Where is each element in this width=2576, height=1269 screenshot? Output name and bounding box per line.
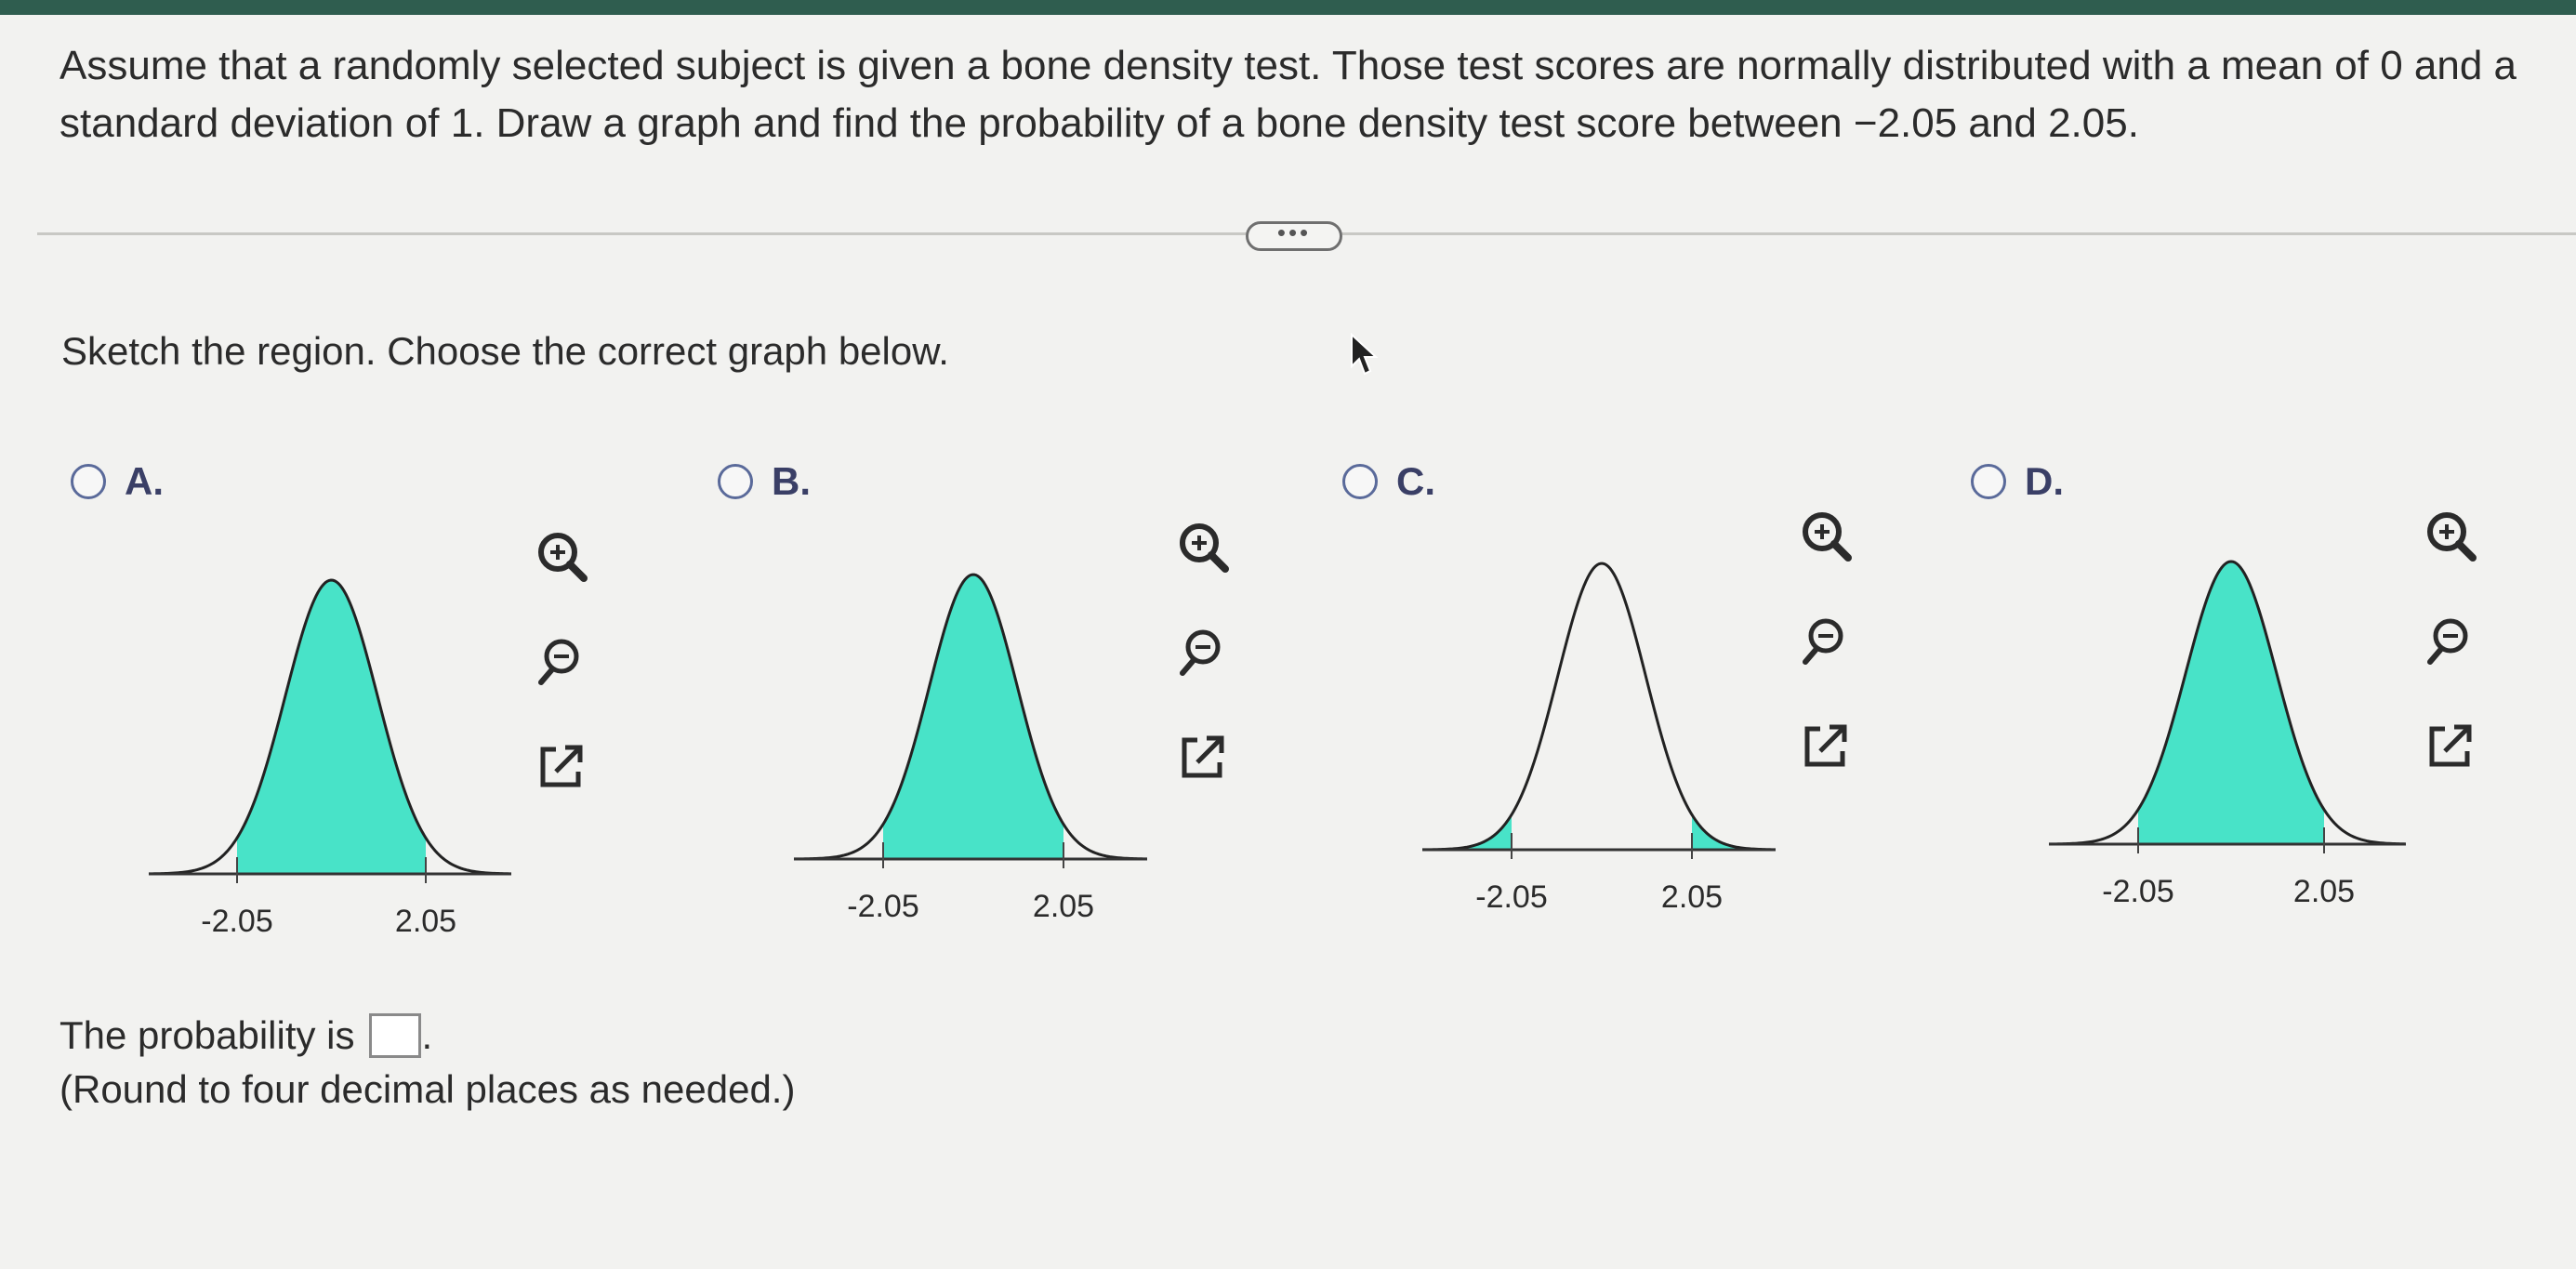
open-new-window-icon[interactable] <box>528 733 595 800</box>
option-d-radio[interactable] <box>1971 464 2006 499</box>
top-bar <box>0 0 2576 15</box>
option-b-radio[interactable] <box>718 464 753 499</box>
answer-prefix: The probability is <box>59 1013 355 1057</box>
zoom-out-icon[interactable] <box>1792 608 1859 675</box>
answer-line: The probability is . <box>59 1013 432 1058</box>
tick-label: 2.05 <box>395 904 456 939</box>
zoom-in-icon[interactable] <box>2417 504 2484 571</box>
option-d-graph: -2.05 2.05 <box>2049 560 2407 909</box>
zoom-in-icon[interactable] <box>1792 504 1859 571</box>
option-c-radio[interactable] <box>1342 464 1378 499</box>
prompt-text: Sketch the region. Choose the correct gr… <box>61 329 949 373</box>
tick-label: -2.05 <box>2102 874 2174 909</box>
zoom-in-icon[interactable] <box>528 524 595 591</box>
shaded-region <box>883 575 1063 859</box>
option-d-label: D. <box>2025 459 2064 503</box>
tick-label: -2.05 <box>201 904 273 939</box>
tick-label: 2.05 <box>2293 874 2355 909</box>
open-new-window-icon[interactable] <box>1169 723 1236 790</box>
shaded-region <box>237 580 426 874</box>
probability-answer-input[interactable] <box>369 1013 422 1058</box>
option-a-label: A. <box>125 459 164 503</box>
open-new-window-icon[interactable] <box>1792 712 1859 779</box>
option-c-graph: -2.05 2.05 <box>1422 562 1777 915</box>
zoom-out-icon[interactable] <box>1169 619 1236 686</box>
tick-label: -2.05 <box>1475 879 1548 915</box>
mouse-cursor-icon <box>1351 333 1379 376</box>
option-b[interactable]: B. <box>718 459 811 504</box>
rounding-note: (Round to four decimal places as needed.… <box>59 1067 796 1111</box>
tick-label: -2.05 <box>847 889 919 924</box>
answer-suffix: . <box>421 1013 433 1057</box>
option-a-graph: -2.05 2.05 <box>149 578 512 939</box>
question-text: Assume that a randomly selected subject … <box>59 43 2517 146</box>
option-c[interactable]: C. <box>1342 459 1435 504</box>
tick-label: 2.05 <box>1661 879 1723 915</box>
option-b-label: B. <box>772 459 811 503</box>
normal-curve <box>1422 562 1777 852</box>
more-options-button[interactable]: ••• <box>1246 220 1342 251</box>
option-d[interactable]: D. <box>1971 459 2064 504</box>
option-a-radio[interactable] <box>71 464 106 499</box>
page: Assume that a randomly selected subject … <box>0 0 2576 1269</box>
open-new-window-icon[interactable] <box>2417 712 2484 779</box>
shaded-region <box>2138 562 2324 844</box>
zoom-in-icon[interactable] <box>1169 515 1236 582</box>
zoom-out-icon[interactable] <box>528 628 595 695</box>
option-a[interactable]: A. <box>71 459 164 504</box>
zoom-out-icon[interactable] <box>2417 608 2484 675</box>
option-b-graph: -2.05 2.05 <box>794 573 1148 924</box>
tick-label: 2.05 <box>1033 889 1094 924</box>
option-c-label: C. <box>1396 459 1435 503</box>
